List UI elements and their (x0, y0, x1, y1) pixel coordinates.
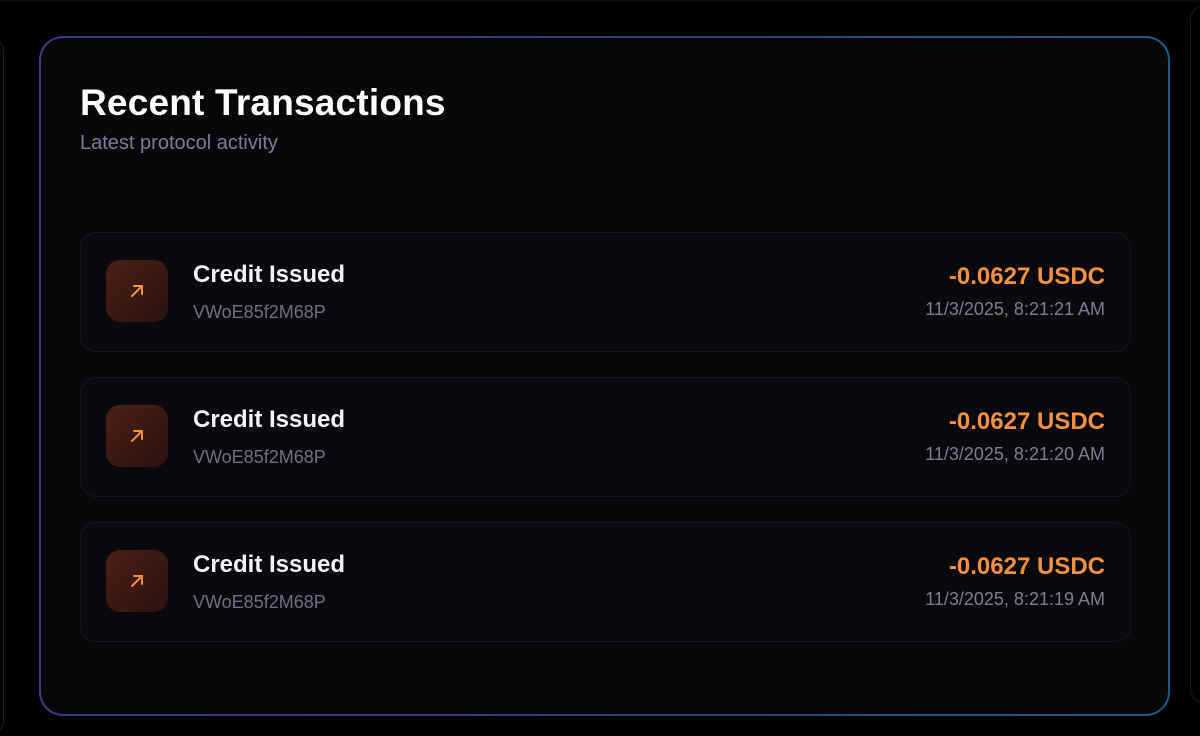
transaction-amount: -0.0627 USDC (948, 553, 1105, 580)
transaction-amount: -0.0627 USDC (948, 263, 1105, 290)
transaction-row[interactable]: Credit Issued VWoE85f2M68P -0.0627 USDC … (80, 377, 1131, 497)
card-body: Recent Transactions Latest protocol acti… (41, 38, 1168, 714)
top-divider (0, 0, 1200, 2)
right-panel (1190, 4, 1200, 704)
left-panel (0, 36, 4, 736)
transaction-id: VWoE85f2M68P (193, 592, 326, 612)
transaction-id: VWoE85f2M68P (193, 447, 326, 467)
transaction-title: Credit Issued (193, 551, 346, 578)
transaction-timestamp: 11/3/2025, 8:21:21 AM (925, 299, 1105, 319)
transaction-amount: -0.0627 USDC (948, 408, 1105, 435)
arrow-up-right-icon (106, 260, 168, 322)
transaction-timestamp: 11/3/2025, 8:21:19 AM (925, 589, 1105, 609)
card-title: Recent Transactions (80, 82, 446, 123)
transaction-title: Credit Issued (193, 406, 346, 433)
card-subtitle: Latest protocol activity (80, 132, 278, 154)
arrow-up-right-icon (106, 550, 168, 612)
transaction-timestamp: 11/3/2025, 8:21:20 AM (925, 444, 1105, 464)
transaction-id: VWoE85f2M68P (193, 302, 326, 322)
recent-transactions-card: Recent Transactions Latest protocol acti… (39, 36, 1170, 716)
transaction-row[interactable]: Credit Issued VWoE85f2M68P -0.0627 USDC … (80, 522, 1131, 642)
transaction-list: Credit Issued VWoE85f2M68P -0.0627 USDC … (80, 232, 1131, 667)
arrow-up-right-icon (106, 405, 168, 467)
transaction-title: Credit Issued (193, 261, 346, 288)
transaction-row[interactable]: Credit Issued VWoE85f2M68P -0.0627 USDC … (80, 232, 1131, 352)
